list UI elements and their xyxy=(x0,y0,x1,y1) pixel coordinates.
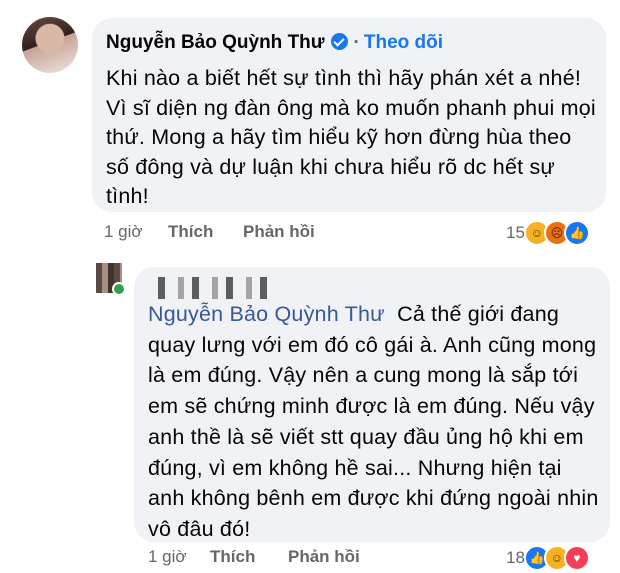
separator-dot: · xyxy=(353,32,360,53)
comment-text: Khi nào a biết hết sự tình thì hãy phán … xyxy=(106,66,596,208)
commenter-name[interactable]: Nguyễn Bảo Quỳnh Thư xyxy=(106,32,325,53)
online-status-icon xyxy=(112,282,126,296)
comment-timestamp[interactable]: 1 giờ xyxy=(104,222,143,242)
mention-link[interactable]: Nguyễn Bảo Quỳnh Thư xyxy=(148,302,385,326)
verified-badge-icon xyxy=(330,33,348,50)
reaction-summary[interactable]: 15 ☺ ☹ 👍 xyxy=(506,220,590,246)
reply-button[interactable]: Phản hồi xyxy=(243,222,315,242)
reply-button[interactable]: Phản hồi xyxy=(288,547,360,567)
like-icon: 👍 xyxy=(563,220,590,246)
reaction-count: 15 xyxy=(506,223,525,242)
reaction-summary[interactable]: 18 👍 ☺ ♥ xyxy=(506,545,590,571)
comment-bubble: Nguyễn Bảo Quỳnh Thư · Theo dõi Khi nào a … xyxy=(92,18,606,212)
reply-actions: 1 giờ Thích Phản hồi 18 👍 ☺ ♥ xyxy=(148,545,610,571)
love-icon: ♥ xyxy=(563,545,590,571)
like-button[interactable]: Thích xyxy=(210,547,255,567)
reply-timestamp[interactable]: 1 giờ xyxy=(148,547,187,567)
reply-text-body: Cả thế giới đang quay lưng với em đó cô … xyxy=(148,302,599,541)
reply-bubble: Nguyễn Bảo Quỳnh Thư Cả thế giới đang qu… xyxy=(134,267,610,542)
follow-button[interactable]: Theo dõi xyxy=(364,32,443,53)
reply-text: Nguyễn Bảo Quỳnh Thư Cả thế giới đang qu… xyxy=(148,299,603,545)
pixelated-author-name xyxy=(158,277,268,299)
reply-author-avatar[interactable] xyxy=(96,263,126,296)
reaction-count: 18 xyxy=(506,548,525,567)
like-button[interactable]: Thích xyxy=(168,222,213,242)
commenter-avatar[interactable] xyxy=(22,17,78,73)
comment-actions: 1 giờ Thích Phản hồi 15 ☺ ☹ 👍 xyxy=(104,220,604,246)
